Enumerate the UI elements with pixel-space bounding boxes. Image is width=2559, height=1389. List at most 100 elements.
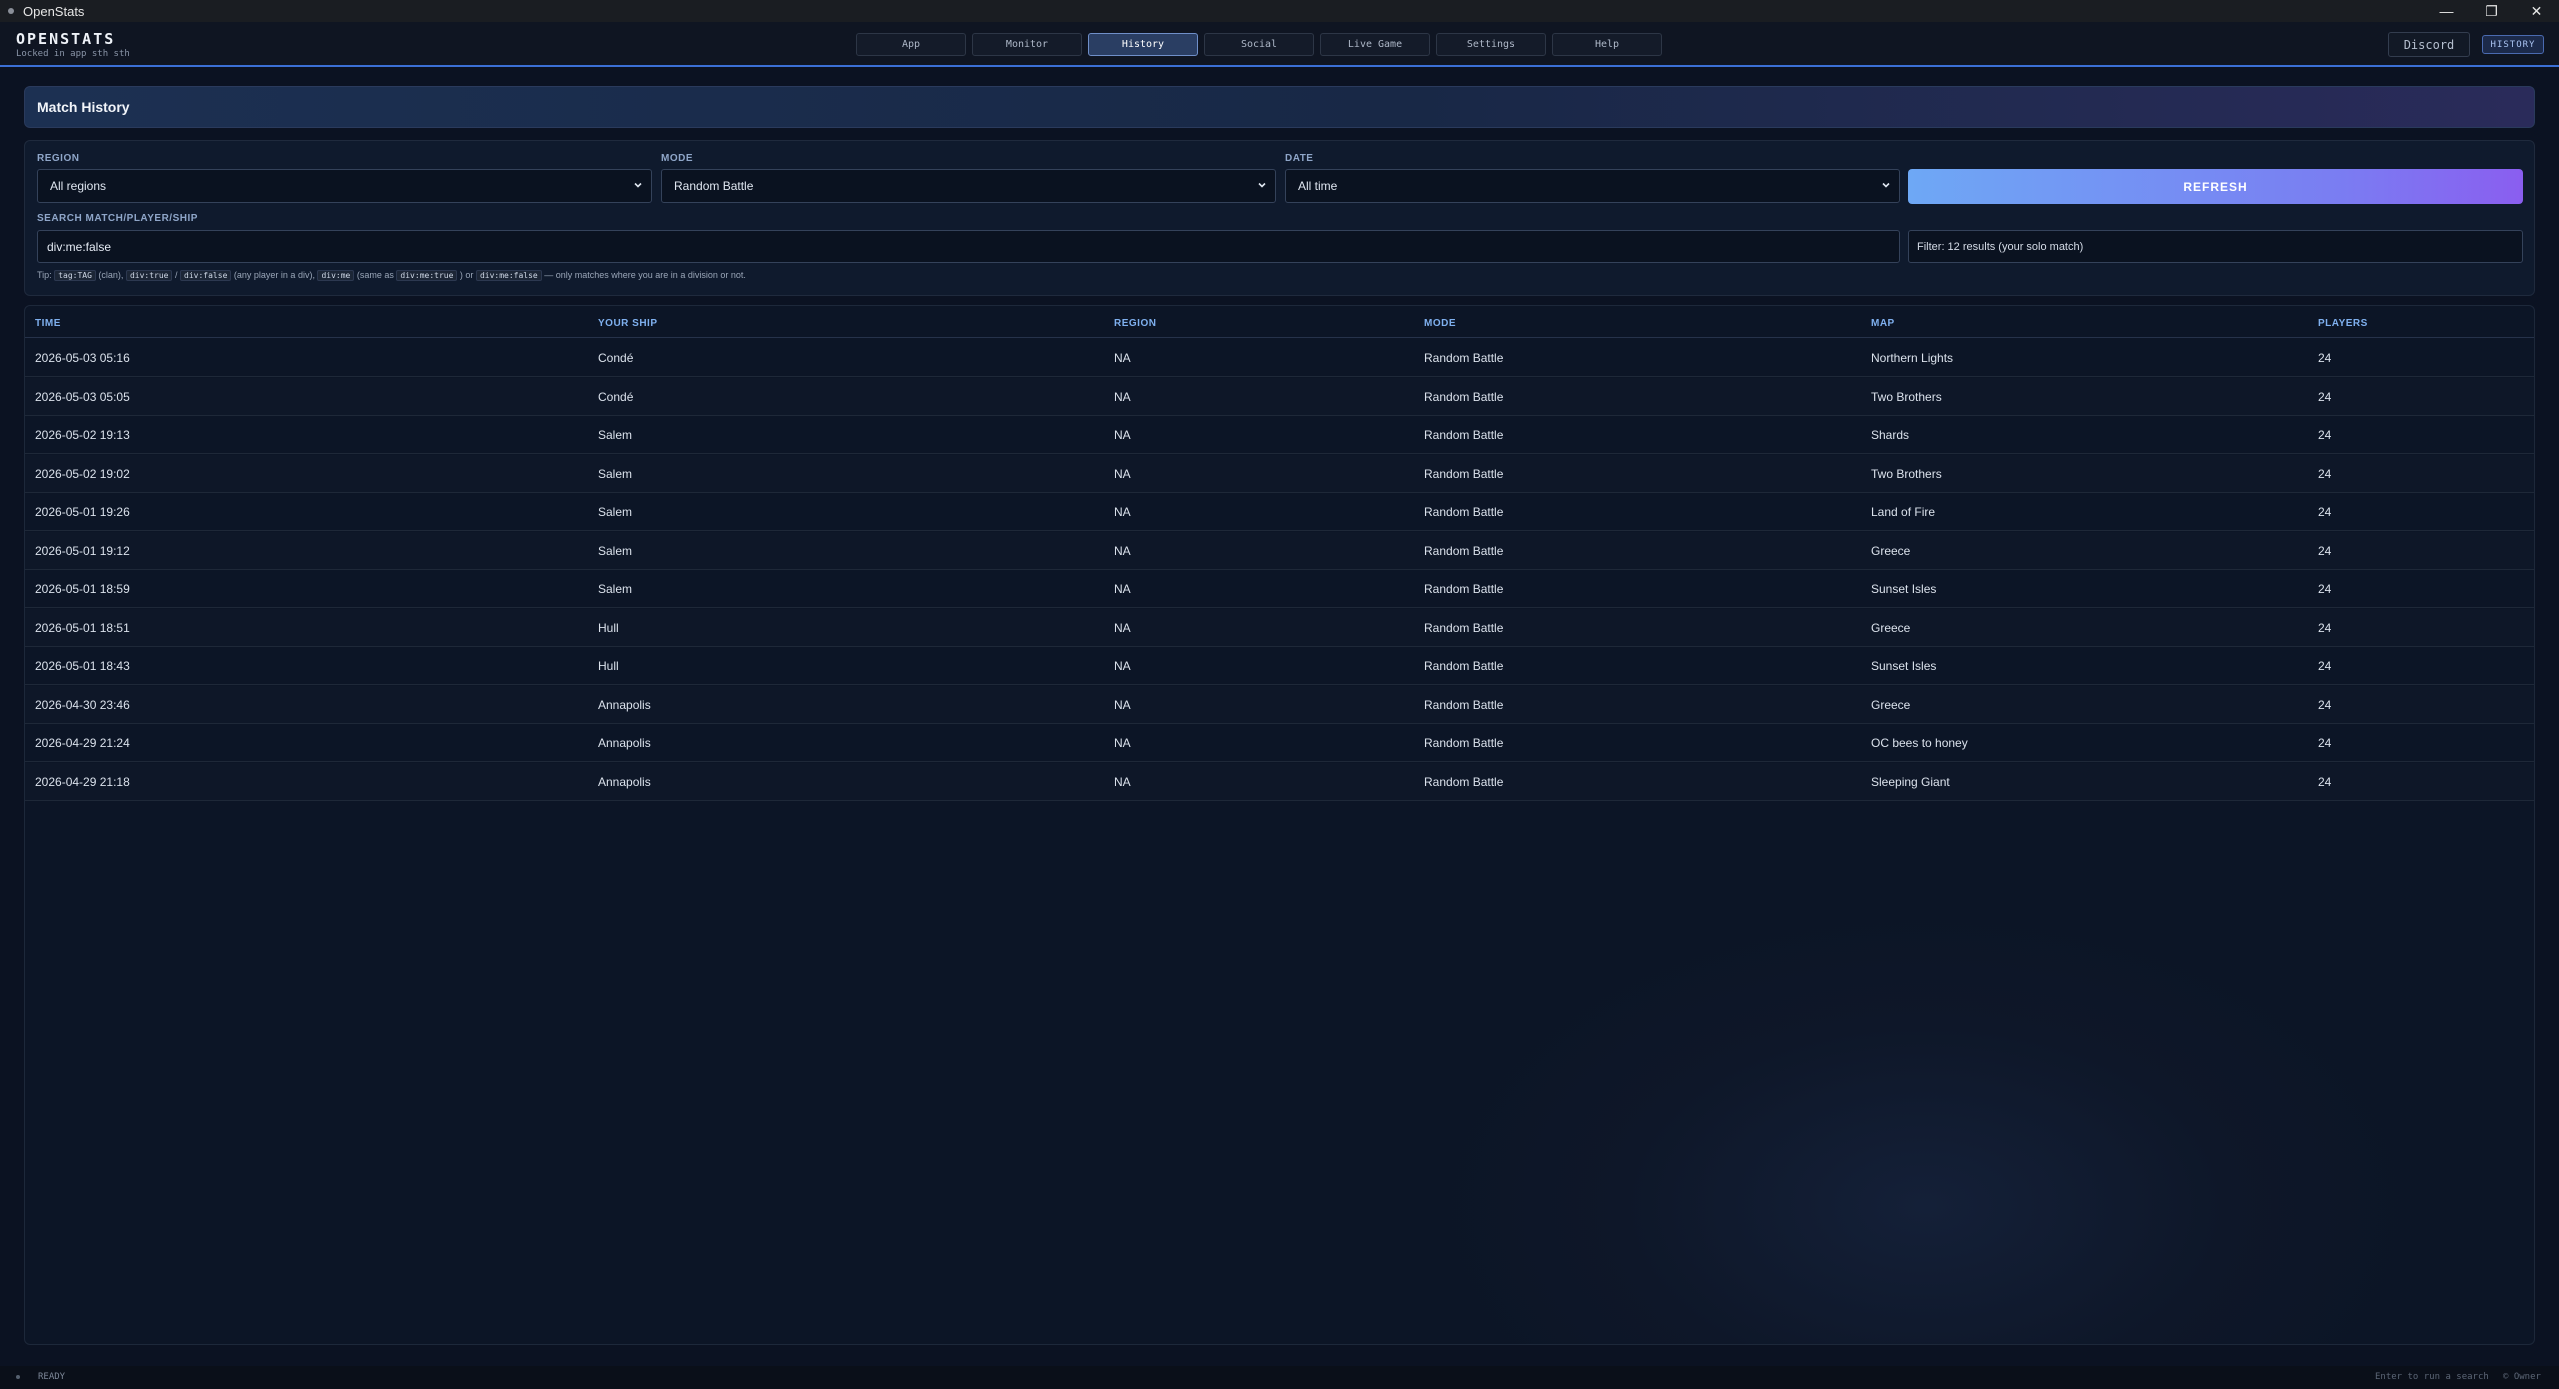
- cell-players: 24: [2318, 620, 2332, 635]
- cell-time: 2026-05-03 05:05: [35, 389, 130, 404]
- tip-text: /: [175, 270, 178, 280]
- cell-players: 24: [2318, 505, 2332, 519]
- tip-code: div:me:false: [475, 270, 542, 281]
- mode-select[interactable]: Random Battle: [661, 169, 1276, 203]
- cell-mode: Random Battle: [1424, 697, 1504, 712]
- tab-social[interactable]: Social: [1204, 33, 1314, 56]
- cell-mode: Random Battle: [1424, 351, 1504, 365]
- column-header-region[interactable]: REGION: [1114, 318, 1156, 329]
- minimize-icon[interactable]: —: [2424, 0, 2469, 22]
- discord-button[interactable]: Discord: [2388, 32, 2470, 57]
- page-title: Match History: [24, 86, 2535, 128]
- search-tip: Tip: tag:TAG (clan), div:true / div:fals…: [37, 270, 746, 281]
- cell-mode: Random Battle: [1424, 428, 1504, 442]
- maximize-icon[interactable]: ❐: [2469, 0, 2514, 22]
- tip-code: div:me: [317, 270, 355, 281]
- table-row[interactable]: 2026-05-03 05:16 Condé NA Random Battle Nort…: [25, 339, 2534, 377]
- cell-time: 2026-05-03 05:16: [35, 351, 130, 365]
- window-titlebar: OpenStats — ❐ ✕: [0, 0, 2559, 22]
- cell-ship: Annapolis: [598, 774, 651, 789]
- table-row[interactable]: 2026-04-29 21:18 Annapolis NA Random Battle…: [25, 763, 2534, 801]
- cell-region: NA: [1114, 697, 1131, 712]
- column-header-players[interactable]: PLAYERS: [2318, 318, 2368, 329]
- table-row[interactable]: 2026-05-01 18:43 Hull NA Random Battle Sunse…: [25, 647, 2534, 685]
- close-icon[interactable]: ✕: [2514, 0, 2559, 22]
- refresh-button[interactable]: REFRESH: [1908, 169, 2523, 204]
- table-row[interactable]: 2026-05-02 19:13 Salem NA Random Battle Shar…: [25, 416, 2534, 454]
- cell-region: NA: [1114, 389, 1131, 404]
- cell-region: NA: [1114, 582, 1131, 596]
- cell-time: 2026-05-01 18:59: [35, 582, 130, 596]
- cell-mode: Random Battle: [1424, 774, 1504, 789]
- cell-ship: Salem: [598, 428, 633, 442]
- cell-mode: Random Battle: [1424, 659, 1504, 673]
- search-input-value: div:me:false: [47, 239, 112, 254]
- cell-map: Greece: [1871, 543, 1911, 558]
- cell-players: 24: [2318, 697, 2332, 712]
- cell-mode: Random Battle: [1424, 466, 1504, 481]
- chevron-down-icon: [1882, 182, 1890, 188]
- cell-ship: Salem: [598, 505, 633, 519]
- filter-status: Filter: 12 results (your solo match): [1908, 230, 2523, 263]
- cell-time: 2026-05-01 18:43: [35, 659, 130, 673]
- brand-title: OPENSTATS: [16, 30, 116, 48]
- cell-map: OC bees to honey: [1871, 736, 1968, 750]
- table-row[interactable]: 2026-05-02 19:02 Salem NA Random Battle Two …: [25, 455, 2534, 493]
- table-row[interactable]: 2026-04-30 23:46 Annapolis NA Random Battle…: [25, 686, 2534, 724]
- table-row[interactable]: 2026-05-01 18:59 Salem NA Random Battle Suns…: [25, 570, 2534, 608]
- table-row[interactable]: 2026-05-03 05:05 Condé NA Random Battle Two …: [25, 378, 2534, 416]
- region-label: REGION: [37, 153, 80, 164]
- status-text: READY: [38, 1372, 66, 1382]
- cell-time: 2026-04-29 21:18: [35, 774, 130, 789]
- tab-app[interactable]: App: [856, 33, 966, 56]
- cell-map: Two Brothers: [1871, 389, 1942, 404]
- cell-map: Shards: [1871, 428, 1910, 442]
- tab-live-game[interactable]: Live Game: [1320, 33, 1430, 56]
- cell-ship: Condé: [598, 351, 634, 365]
- cell-players: 24: [2318, 582, 2332, 596]
- cell-region: NA: [1114, 736, 1131, 750]
- cell-players: 24: [2318, 466, 2332, 481]
- date-select[interactable]: All time: [1285, 169, 1900, 203]
- cell-map: Greece: [1871, 620, 1911, 635]
- status-owner: © Owner: [2503, 1372, 2541, 1382]
- column-header-time[interactable]: TIME: [35, 318, 61, 329]
- tab-history[interactable]: History: [1088, 33, 1198, 56]
- table-row[interactable]: 2026-05-01 19:26 Salem NA Random Battle Land…: [25, 493, 2534, 531]
- cell-players: 24: [2318, 428, 2332, 442]
- region-select-value: All regions: [50, 179, 107, 193]
- cell-time: 2026-04-29 21:24: [35, 736, 130, 750]
- cell-map: Sleeping Giant: [1871, 774, 1950, 789]
- table-row[interactable]: 2026-05-01 19:12 Salem NA Random Battle Gree…: [25, 532, 2534, 570]
- window-title: OpenStats: [23, 3, 85, 19]
- cell-ship: Salem: [598, 582, 633, 596]
- tip-code: tag:TAG: [54, 270, 96, 281]
- cell-region: NA: [1114, 428, 1131, 442]
- cell-region: NA: [1114, 505, 1131, 519]
- date-label: DATE: [1285, 153, 1314, 164]
- region-select[interactable]: All regions: [37, 169, 652, 203]
- tab-monitor[interactable]: Monitor: [972, 33, 1082, 56]
- search-input[interactable]: div:me:false: [37, 230, 1900, 263]
- column-header-your-ship[interactable]: YOUR SHIP: [598, 318, 658, 329]
- cell-ship: Condé: [598, 389, 634, 404]
- cell-map: Northern Lights: [1871, 351, 1954, 365]
- cell-mode: Random Battle: [1424, 736, 1504, 750]
- cell-time: 2026-05-01 19:26: [35, 505, 130, 519]
- column-header-map[interactable]: MAP: [1871, 318, 1895, 329]
- table-row[interactable]: 2026-05-01 18:51 Hull NA Random Battle Greec…: [25, 609, 2534, 647]
- table-row[interactable]: 2026-04-29 21:24 Annapolis NA Random Battle…: [25, 724, 2534, 762]
- tab-help[interactable]: Help: [1552, 33, 1662, 56]
- cell-time: 2026-05-01 18:51: [35, 620, 130, 635]
- tip-text: (same as: [356, 270, 394, 280]
- cell-time: 2026-05-02 19:02: [35, 466, 130, 481]
- tab-settings[interactable]: Settings: [1436, 33, 1546, 56]
- tip-code: div:me:true: [396, 270, 458, 281]
- status-dot-icon: [16, 1375, 20, 1379]
- cell-time: 2026-05-01 19:12: [35, 543, 130, 558]
- mode-label: MODE: [661, 153, 693, 164]
- cell-ship: Salem: [598, 466, 633, 481]
- cell-mode: Random Battle: [1424, 543, 1504, 558]
- column-header-mode[interactable]: MODE: [1424, 318, 1456, 329]
- cell-region: NA: [1114, 543, 1131, 558]
